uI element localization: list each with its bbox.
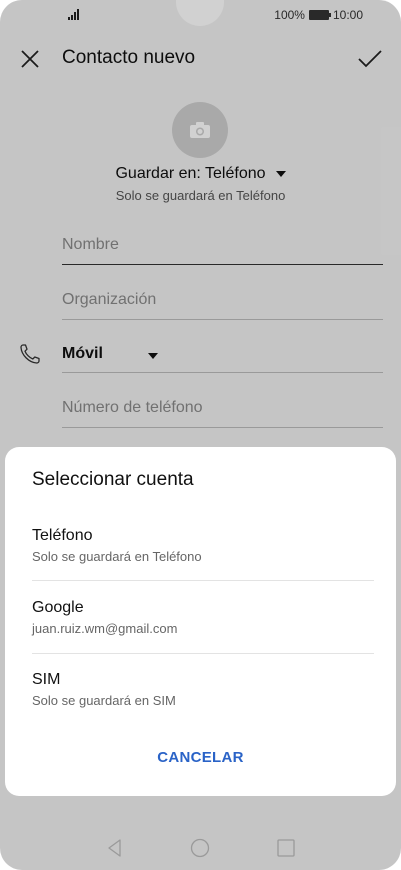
dialog-title: Seleccionar cuenta (32, 469, 194, 490)
divider (32, 653, 374, 654)
account-description: Solo se guardará en SIM (32, 693, 176, 708)
divider (32, 580, 374, 581)
select-account-dialog: Seleccionar cuenta Teléfono Solo se guar… (5, 447, 396, 796)
account-name: Google (32, 599, 84, 616)
account-description: juan.ruiz.wm@gmail.com (32, 621, 178, 636)
cancel-button[interactable]: CANCELAR (5, 749, 396, 766)
recent-apps-icon[interactable] (276, 838, 296, 858)
account-description: Solo se guardará en Teléfono (32, 549, 202, 564)
account-name: SIM (32, 671, 61, 688)
account-option-google[interactable]: Google juan.ruiz.wm@gmail.com (32, 599, 374, 669)
phone-frame: 100% 10:00 Contacto nuevo Guardar en: Te… (0, 0, 401, 870)
screen: 100% 10:00 Contacto nuevo Guardar en: Te… (0, 0, 401, 870)
navigation-bar (0, 826, 401, 870)
back-icon[interactable] (105, 838, 125, 858)
home-icon[interactable] (190, 838, 210, 858)
account-option-phone[interactable]: Teléfono Solo se guardará en Teléfono (32, 527, 374, 597)
account-name: Teléfono (32, 527, 93, 544)
account-option-sim[interactable]: SIM Solo se guardará en SIM (32, 671, 374, 741)
